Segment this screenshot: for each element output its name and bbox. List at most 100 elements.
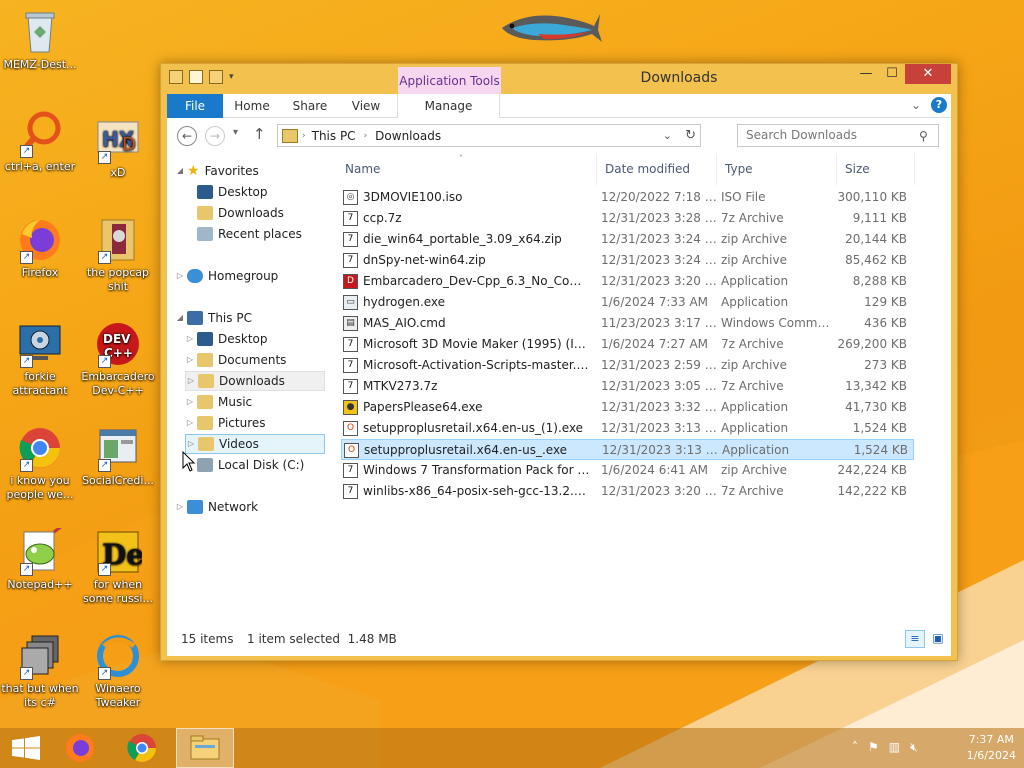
desktop-icon-winaero[interactable]: ↗ Winaero Tweaker xyxy=(78,632,158,710)
cell-type: Application xyxy=(721,421,789,435)
desktop-icon-memz[interactable]: MEMZ-Dest... xyxy=(0,8,80,72)
table-row[interactable]: D Embarcadero_Dev-Cpp_6.3_No_Compiler... 1… xyxy=(341,271,914,292)
nav-downloads[interactable]: Downloads xyxy=(197,203,284,223)
cell-date: 12/31/2023 3:28 PM xyxy=(601,211,717,225)
cell-date: 12/31/2023 3:20 PM xyxy=(601,274,717,288)
explorer-window[interactable]: ▾ Application Tools Downloads — ☐ ✕ File… xyxy=(160,63,958,661)
chevron-down-icon[interactable]: ⌄ xyxy=(911,98,921,112)
up-button[interactable]: ↑ xyxy=(253,125,266,143)
large-icons-view-icon[interactable]: ▣ xyxy=(929,630,947,648)
table-row[interactable]: 7 ccp.7z 12/31/2023 3:28 PM 7z Archive 9,111… xyxy=(341,208,914,229)
tab-manage[interactable]: Manage xyxy=(397,94,500,118)
table-row[interactable]: Osetupproplusretail.x64.en-us_(1).exe 12/… xyxy=(341,418,914,439)
cell-size: 300,110 KB xyxy=(837,190,907,204)
table-row[interactable]: ▭ hydrogen.exe 1/6/2024 7:33 AM Application… xyxy=(341,292,914,313)
close-button[interactable]: ✕ xyxy=(905,64,951,84)
column-header-name[interactable]: Name ˄ xyxy=(339,153,597,185)
chevron-up-icon[interactable]: ˄ xyxy=(852,740,858,755)
desktop-icon-csharp[interactable]: ↗ that but when its c# xyxy=(0,632,80,710)
table-row[interactable]: 7 MTKV273.7z 12/31/2023 3:05 PM 7z Archive 1… xyxy=(341,376,914,397)
chrome-icon xyxy=(127,734,156,762)
desktop-icon-devcpp[interactable]: DEV C++ ↗ Embarcadero Dev-C++ xyxy=(78,320,158,398)
start-button[interactable] xyxy=(0,728,52,768)
nav-homegroup[interactable]: ▷ Homegroup xyxy=(175,266,278,286)
forward-button[interactable]: → xyxy=(205,126,225,146)
desktop-icon-chrome[interactable]: ↗ i know you people we... xyxy=(0,424,80,502)
table-row[interactable]: ▤ MAS_AIO.cmd 11/23/2023 3:17 AM Windows Co… xyxy=(341,313,914,334)
nav-music[interactable]: ▷ Music xyxy=(185,392,252,412)
refresh-icon[interactable]: ↻ xyxy=(685,128,696,143)
taskbar-file-explorer[interactable] xyxy=(176,728,234,768)
chevron-down-icon[interactable]: ⌄ xyxy=(663,129,672,142)
ribbon-tabs: File Home Share View Manage ⌄ ? xyxy=(167,94,951,118)
recent-locations-icon[interactable]: ▾ xyxy=(233,127,238,138)
desktop-icon-popcap[interactable]: ↗ the popcap shit xyxy=(78,216,158,294)
tab-file[interactable]: File xyxy=(167,94,223,118)
back-button[interactable]: ← xyxy=(177,126,197,146)
address-bar[interactable]: › This PC › Downloads ⌄ ↻ xyxy=(277,124,701,147)
table-row[interactable]: 7 Microsoft 3D Movie Maker (1995) (ISO).7… xyxy=(341,334,914,355)
column-header-date[interactable]: Date modified xyxy=(599,153,717,185)
table-row[interactable]: 7 winlibs-x86_64-posix-seh-gcc-13.2.0-llv… xyxy=(341,481,914,502)
minimize-button[interactable]: — xyxy=(853,64,879,84)
cell-size: 269,200 KB xyxy=(837,337,907,351)
nav-local-disk[interactable]: Local Disk (C:) xyxy=(185,455,304,475)
svg-text:DEV: DEV xyxy=(103,332,131,346)
desktop-icon-notepadpp[interactable]: ↗ Notepad++ xyxy=(0,524,80,592)
nav-network[interactable]: ▷ Network xyxy=(175,497,258,517)
details-view-icon[interactable]: ≡ xyxy=(905,630,925,648)
column-header-size[interactable]: Size xyxy=(839,153,915,185)
nav-favorites[interactable]: ◢ ★ Favorites xyxy=(175,161,259,181)
table-row[interactable]: 7 die_win64_portable_3.09_x64.zip 12/31/20… xyxy=(341,229,914,250)
tab-share[interactable]: Share xyxy=(287,94,333,118)
cell-name: die_win64_portable_3.09_x64.zip xyxy=(363,232,562,246)
desktop-icon-ctrl-a[interactable]: ↗ ctrl+a, enter xyxy=(0,110,80,174)
maximize-button[interactable]: ☐ xyxy=(879,64,905,84)
help-icon[interactable]: ? xyxy=(931,97,947,113)
table-row[interactable]: 7 Windows 7 Transformation Pack for 8.1.z… xyxy=(341,460,914,481)
table-row[interactable]: ● PapersPlease64.exe 12/31/2023 3:32 PM App… xyxy=(341,397,914,418)
desktop-icon-xd[interactable]: HX D ↗ xD xyxy=(78,116,158,180)
nav-videos[interactable]: ▷ Videos xyxy=(185,434,325,454)
clock[interactable]: 7:37 AM 1/6/2024 xyxy=(967,732,1016,764)
flag-icon[interactable]: ⚑ xyxy=(868,740,879,755)
table-row[interactable]: Osetupproplusretail.x64.en-us_.exe 12/31/… xyxy=(341,439,914,460)
breadcrumb-this-pc[interactable]: This PC xyxy=(312,129,356,143)
search-icon[interactable]: ⚲ xyxy=(919,129,928,143)
file-7z-icon: 7 xyxy=(343,211,358,226)
desktop-icon-socialcredit[interactable]: ↗ SocialCredi... xyxy=(78,424,158,488)
desktop-icon-de[interactable]: De ↗ for when some russi... xyxy=(78,528,158,606)
breadcrumb-downloads[interactable]: Downloads xyxy=(375,129,441,143)
tab-home[interactable]: Home xyxy=(229,94,275,118)
cell-size: 273 KB xyxy=(864,358,907,372)
desktop-icon-forkie[interactable]: ↗ forkie attractant xyxy=(0,320,80,398)
table-row[interactable]: 7 dnSpy-net-win64.zip 12/31/2023 3:24 PM zi… xyxy=(341,250,914,271)
nav-documents[interactable]: ▷ Documents xyxy=(185,350,286,370)
nav-pc-desktop[interactable]: ▷ Desktop xyxy=(185,329,268,349)
volume-muted-icon[interactable]: 🔇︎ xyxy=(910,740,918,755)
taskbar-chrome[interactable] xyxy=(116,728,168,768)
title-bar[interactable]: ▾ Application Tools Downloads — ☐ ✕ xyxy=(161,64,957,94)
nav-pc-downloads[interactable]: ▷ Downloads xyxy=(185,371,325,391)
taskbar-firefox[interactable] xyxy=(54,728,106,768)
cell-name: setupproplusretail.x64.en-us_.exe xyxy=(364,443,568,457)
tab-view[interactable]: View xyxy=(343,94,389,118)
nav-this-pc[interactable]: ◢ This PC xyxy=(175,308,252,328)
search-input[interactable]: Search Downloads xyxy=(737,124,939,147)
nav-pictures[interactable]: ▷ Pictures xyxy=(185,413,266,433)
table-row[interactable]: 7 Microsoft-Activation-Scripts-master.zip… xyxy=(341,355,914,376)
desktop-icon-label: that but when its c# xyxy=(1,682,79,709)
desktop-icon-firefox[interactable]: ↗ Firefox xyxy=(0,216,80,280)
column-header-type[interactable]: Type xyxy=(719,153,837,185)
cell-name: winlibs-x86_64-posix-seh-gcc-13.2.0-llv.… xyxy=(363,484,593,498)
table-row[interactable]: ◎ 3DMOVIE100.iso 12/20/2022 7:18 PM ISO Fil… xyxy=(341,187,914,208)
devcpp-icon: DEV C++ ↗ xyxy=(94,320,142,368)
homegroup-icon xyxy=(187,269,203,283)
winaero-icon: ↗ xyxy=(94,632,142,680)
content-area: ◢ ★ Favorites Desktop Downloads Recent pla… xyxy=(167,153,951,624)
file-office-icon: O xyxy=(343,421,358,436)
network-tray-icon[interactable]: ▥ xyxy=(889,740,900,755)
nav-recent-places[interactable]: Recent places xyxy=(197,224,302,244)
nav-desktop[interactable]: Desktop xyxy=(197,182,268,202)
status-bar: 15 items 1 item selected 1.48 MB ≡ ▣ xyxy=(167,624,951,656)
